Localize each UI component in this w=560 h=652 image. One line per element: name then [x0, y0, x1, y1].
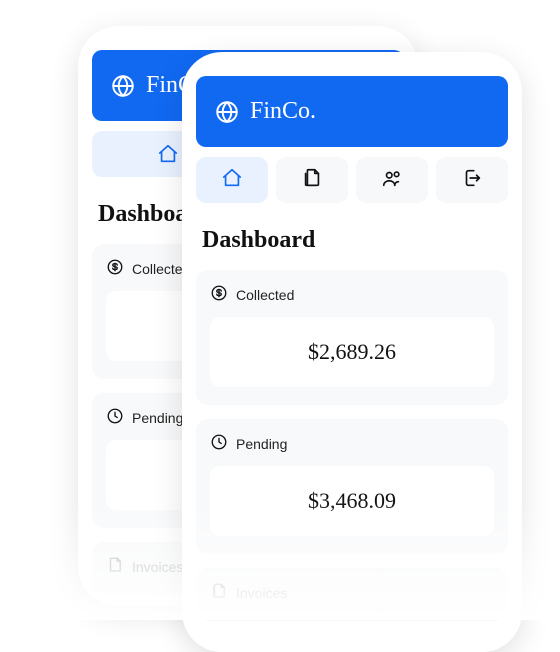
brand-name: FinCo. [250, 98, 316, 125]
invoices-card: Invoices [196, 568, 508, 621]
document-icon [301, 167, 323, 194]
nav-tabs [196, 157, 508, 203]
app-header: FinCo. [196, 76, 508, 147]
pending-card: Pending $3,468.09 [196, 419, 508, 554]
nav-documents[interactable] [276, 157, 348, 203]
invoices-label: Invoices [132, 559, 183, 575]
clock-icon [106, 407, 124, 428]
dollar-icon [210, 284, 228, 305]
pending-label: Pending [236, 436, 287, 452]
users-icon [381, 167, 403, 194]
pending-label: Pending [132, 410, 183, 426]
invoice-icon [106, 556, 124, 577]
phone-mockup-front: FinCo. [182, 52, 522, 652]
pending-value: $3,468.09 [210, 466, 494, 536]
phone-notch [292, 59, 412, 73]
collected-card: Collected $2,689.26 [196, 270, 508, 405]
collected-value: $2,689.26 [210, 317, 494, 387]
nav-users[interactable] [356, 157, 428, 203]
invoices-label: Invoices [236, 585, 287, 601]
globe-icon [110, 73, 136, 99]
nav-logout[interactable] [436, 157, 508, 203]
nav-home[interactable] [196, 157, 268, 203]
page-title: Dashboard [202, 227, 502, 254]
globe-icon [214, 99, 240, 125]
logout-icon [461, 167, 483, 194]
collected-label: Collected [236, 287, 294, 303]
clock-icon [210, 433, 228, 454]
dollar-icon [106, 258, 124, 279]
phone-notch [188, 33, 308, 47]
home-icon [221, 167, 243, 194]
invoice-icon [210, 582, 228, 603]
